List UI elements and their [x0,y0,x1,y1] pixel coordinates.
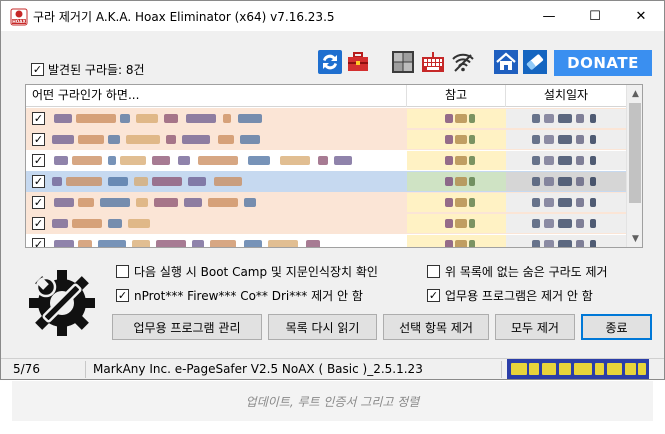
row-checkbox[interactable]: ✓ [32,112,45,125]
hidden-hoax-label: 위 목록에 없는 숨은 구라도 제거 [445,265,608,279]
business-program-label: 업무용 프로그램은 제거 안 함 [445,289,593,303]
list-row[interactable]: ✓ [26,234,626,247]
list-header: 어떤 구라인가 하면... 참고 설치일자 [26,85,626,107]
row-install-date-redacted [506,109,626,128]
scroll-thumb[interactable] [629,103,641,203]
row-install-date-redacted [506,130,626,149]
found-label: 발견된 구라들: 8건 [48,63,145,77]
row-reference-redacted [407,235,506,247]
eraser-icon [523,50,547,74]
boot-camp-option[interactable]: 다음 실행 시 Boot Camp 및 지문인식장치 확인 [116,263,378,280]
row-install-date-redacted [506,235,626,247]
wifi-button[interactable] [450,49,476,75]
app-logo-icon: HOAX [10,8,28,26]
column-header-install-date[interactable]: 설치일자 [506,85,626,107]
row-reference-redacted [407,214,506,233]
list-row[interactable]: ✓ [26,213,626,234]
status-separator [85,361,86,378]
row-reference-redacted [407,130,506,149]
wifi-icon [452,53,474,72]
status-bar: 5/76 MarkAny Inc. e-PageSafer V2.5 NoAX … [1,358,664,379]
settings-wrench-gear-icon [29,270,95,336]
toolbox-button[interactable] [345,49,371,75]
minimize-button[interactable]: — [526,1,572,31]
business-program-checkbox[interactable]: ✓ [427,289,440,302]
remove-all-button[interactable]: 모두 제거 [495,314,575,340]
list-row[interactable]: ✓ [26,171,626,192]
row-checkbox[interactable]: ✓ [32,217,45,230]
row-reference-redacted [407,151,506,170]
status-banner-image [507,359,649,379]
row-install-date-redacted [506,151,626,170]
hidden-hoax-checkbox[interactable] [427,265,440,278]
boot-camp-label: 다음 실행 시 Boot Camp 및 지문인식장치 확인 [134,265,378,279]
list-row[interactable]: ✓ [26,150,626,171]
minimize-icon: — [542,8,556,24]
scroll-up-icon[interactable]: ▲ [627,85,642,102]
row-reference-redacted [407,172,506,191]
row-checkbox[interactable]: ✓ [32,238,45,247]
home-button[interactable] [493,49,519,75]
row-checkbox[interactable]: ✓ [32,154,45,167]
window-title: 구라 제거기 A.K.A. Hoax Eliminator (x64) v7.1… [33,10,335,24]
svg-text:HOAX: HOAX [12,19,26,24]
list-row[interactable]: ✓ [26,192,626,213]
maximize-icon: ☐ [589,8,601,24]
status-count: 5/76 [13,362,40,376]
eraser-button[interactable] [522,49,548,75]
row-checkbox[interactable]: ✓ [32,175,45,188]
business-program-option[interactable]: ✓ 업무용 프로그램은 제거 안 함 [427,287,593,304]
manage-business-programs-button[interactable]: 업무용 프로그램 관리 [112,314,262,340]
column-header-reference[interactable]: 참고 [407,85,506,107]
found-checkbox-box[interactable]: ✓ [31,63,44,76]
remove-selected-button[interactable]: 선택 항목 제거 [383,314,489,340]
list-scrollbar[interactable]: ▲ ▼ [626,85,642,247]
row-install-date-redacted [506,193,626,212]
nprot-option[interactable]: ✓ nProt*** Firew*** Co** Dri*** 제거 안 함 [116,287,363,304]
keyboard-button[interactable] [420,49,446,75]
row-description-redacted [48,235,407,247]
windows-icon [392,51,414,73]
list-row[interactable]: ✓ [26,129,626,150]
title-bar[interactable]: HOAX 구라 제거기 A.K.A. Hoax Eliminator (x64)… [1,1,664,31]
row-install-date-redacted [506,214,626,233]
row-description-redacted [48,130,407,149]
row-install-date-redacted [506,172,626,191]
found-hoaxes-checkbox[interactable]: ✓ 발견된 구라들: 8건 [31,61,145,78]
row-reference-redacted [407,109,506,128]
status-separator [501,361,502,378]
hoax-list[interactable]: 어떤 구라인가 하면... 참고 설치일자 ✓ ✓ ✓ ✓ ✓ ✓ ✓ ▲ ▼ [25,84,643,248]
column-header-description[interactable]: 어떤 구라인가 하면... [26,85,407,107]
row-description-redacted [48,151,407,170]
donate-button[interactable]: DONATE [554,50,652,76]
row-description-redacted [48,193,407,212]
hidden-hoax-option[interactable]: 위 목록에 없는 숨은 구라도 제거 [427,263,608,280]
refresh-button[interactable] [317,49,343,75]
status-text: MarkAny Inc. e-PageSafer V2.5 NoAX ( Bas… [93,362,423,376]
hint-text: 업데이트, 루트 인증서 그리고 정렬 [12,381,653,421]
scroll-down-icon[interactable]: ▼ [627,230,642,247]
list-row[interactable]: ✓ [26,108,626,129]
close-icon: ✕ [635,8,647,24]
nprot-label: nProt*** Firew*** Co** Dri*** 제거 안 함 [134,289,363,303]
row-reference-redacted [407,193,506,212]
keyboard-icon [422,52,444,72]
windows-button[interactable] [390,49,416,75]
maximize-button[interactable]: ☐ [572,1,618,31]
main-window: HOAX 구라 제거기 A.K.A. Hoax Eliminator (x64)… [0,0,665,380]
refresh-icon [318,50,342,74]
exit-button[interactable]: 종료 [581,314,652,340]
row-checkbox[interactable]: ✓ [32,196,45,209]
reload-list-button[interactable]: 목록 다시 읽기 [268,314,377,340]
home-icon [494,50,518,74]
nprot-checkbox[interactable]: ✓ [116,289,129,302]
row-description-redacted [48,109,407,128]
boot-camp-checkbox[interactable] [116,265,129,278]
row-checkbox[interactable]: ✓ [32,133,45,146]
row-description-redacted [48,214,407,233]
list-rows: ✓ ✓ ✓ ✓ ✓ ✓ ✓ [26,108,626,247]
row-description-redacted [48,172,407,191]
close-button[interactable]: ✕ [618,1,664,31]
toolbox-icon [348,52,368,71]
